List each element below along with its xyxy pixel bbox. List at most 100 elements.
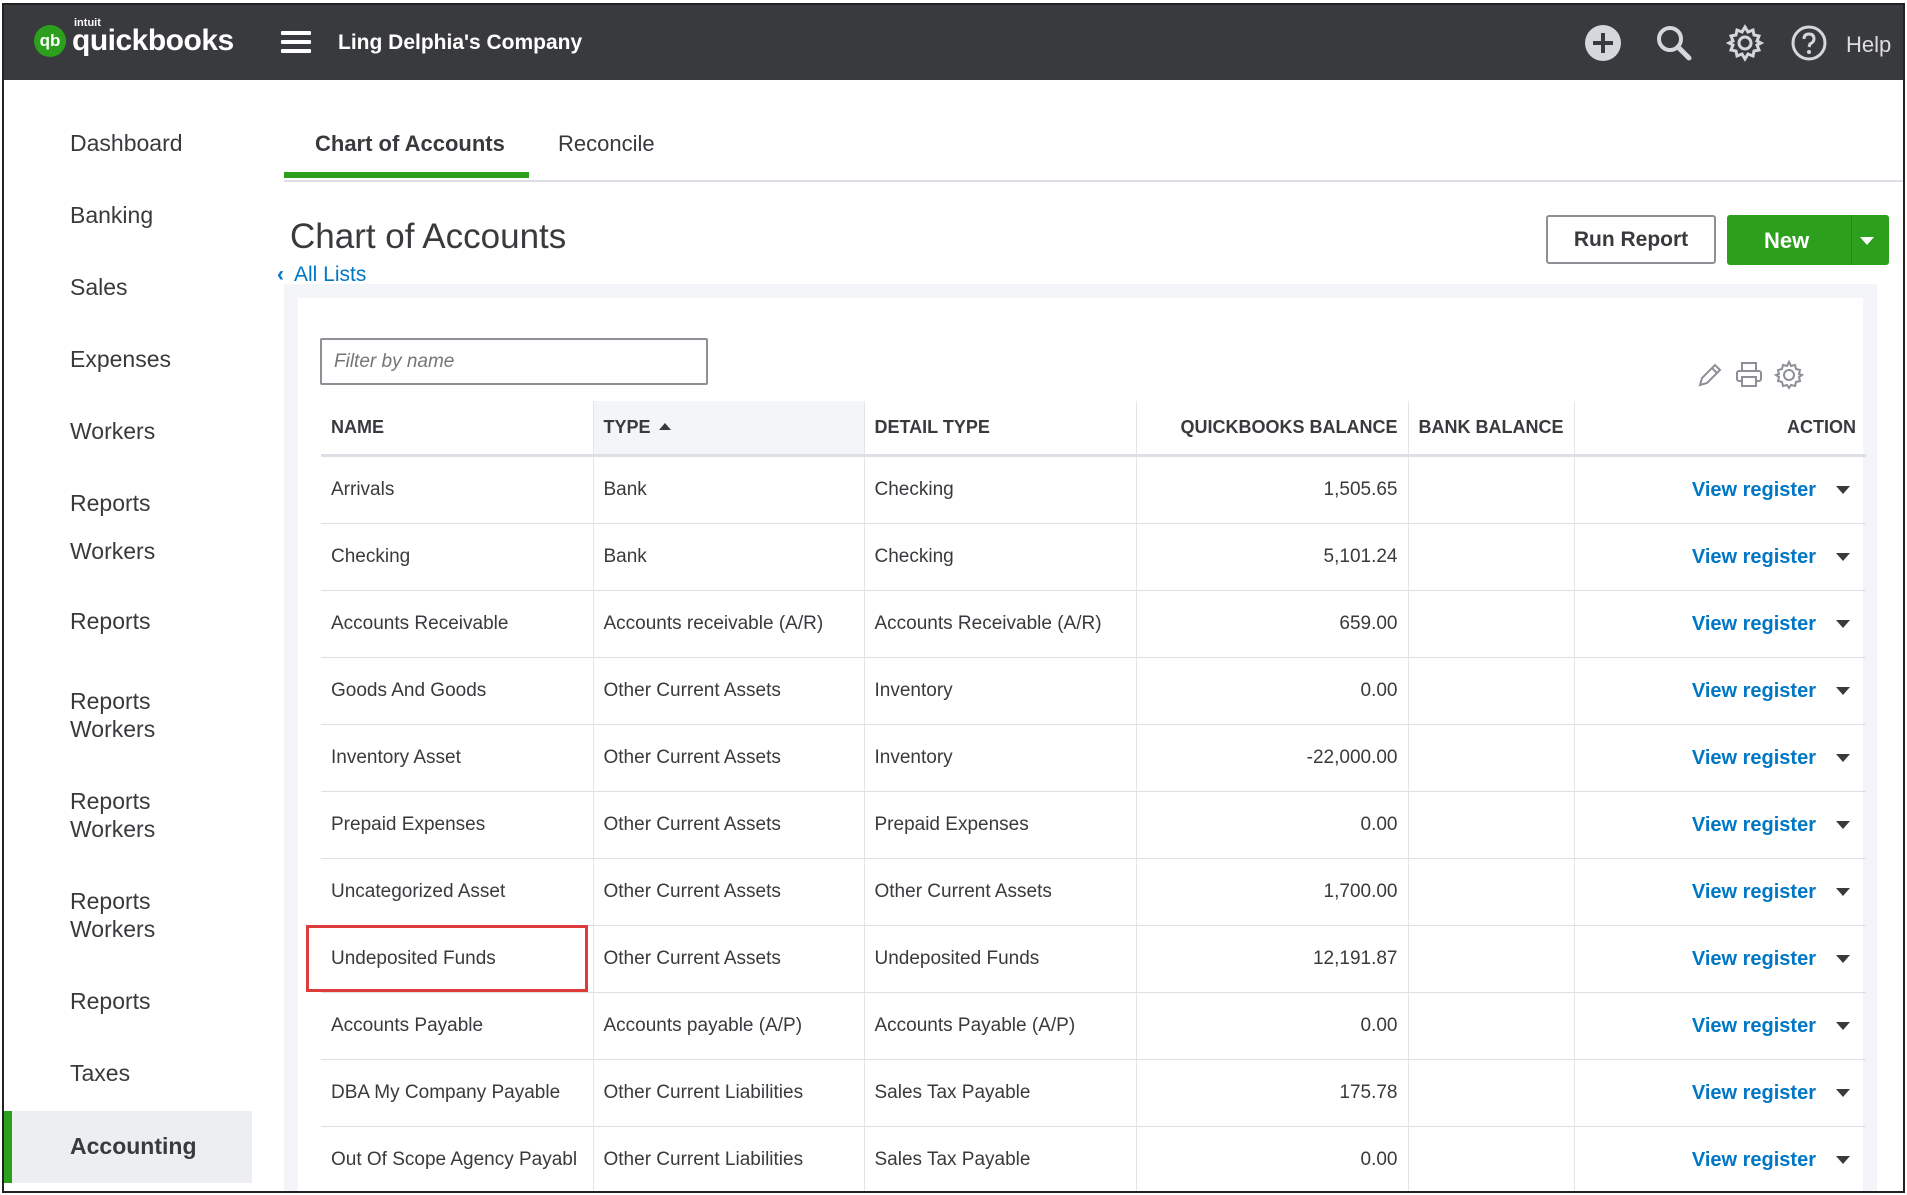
printer-icon[interactable] [1734, 360, 1764, 390]
table-row[interactable]: Inventory Asset Other Current Assets Inven… [321, 724, 1866, 792]
sidebar-item-reports[interactable]: Reports [70, 608, 151, 635]
sidebar-item-reports[interactable]: Reports [70, 888, 151, 915]
pencil-icon[interactable] [1695, 360, 1725, 390]
table-row[interactable]: Accounts Payable Accounts payable (A/P) Ac… [321, 992, 1866, 1060]
cell-type: Other Current Assets [593, 858, 865, 926]
view-register-link[interactable]: View register [1692, 747, 1816, 769]
cell-name: Undeposited Funds [321, 925, 594, 993]
view-register-link[interactable]: View register [1692, 479, 1816, 501]
sidebar-item-banking[interactable]: Banking [70, 202, 153, 229]
row-action-dropdown-icon[interactable] [1836, 820, 1850, 829]
view-register-link[interactable]: View register [1692, 546, 1816, 568]
help-label[interactable]: Help [1846, 32, 1891, 58]
search-icon[interactable] [1655, 24, 1693, 62]
sidebar-item-expenses[interactable]: Expenses [70, 346, 171, 373]
cell-type: Bank [593, 455, 865, 524]
column-header-quickbooks-balance[interactable]: QUICKBOOKS BALANCE [1136, 401, 1409, 457]
new-button[interactable]: New [1727, 215, 1889, 265]
table-header-row: NAME TYPE DETAIL TYPE QUICKBOOKS BALANCE… [321, 401, 1866, 457]
question-circle-icon[interactable] [1790, 24, 1828, 62]
sidebar-item-accounting[interactable]: Accounting [70, 1133, 197, 1160]
cell-type: Other Current Assets [593, 657, 865, 725]
cell-quickbooks-balance: 0.00 [1136, 992, 1409, 1060]
sidebar-item-sales[interactable]: Sales [70, 274, 128, 301]
gear-icon[interactable] [1726, 24, 1764, 62]
view-register-link[interactable]: View register [1692, 1015, 1816, 1037]
view-register-link[interactable]: View register [1692, 680, 1816, 702]
cell-bank-balance [1408, 455, 1575, 524]
sidebar-item-reports[interactable]: Reports [70, 490, 151, 517]
cell-action: View register [1574, 724, 1866, 792]
column-header-detail-type[interactable]: DETAIL TYPE [864, 401, 1137, 457]
table-row[interactable]: Out Of Scope Agency Payabl Other Current … [321, 1126, 1866, 1191]
row-action-dropdown-icon[interactable] [1836, 1021, 1850, 1030]
cell-bank-balance [1408, 858, 1575, 926]
column-header-bank-balance[interactable]: BANK BALANCE [1408, 401, 1575, 457]
view-register-link[interactable]: View register [1692, 613, 1816, 635]
cell-quickbooks-balance: 1,505.65 [1136, 455, 1409, 524]
new-dropdown-caret-icon[interactable] [1860, 237, 1874, 245]
quickbooks-logo[interactable]: qb intuit quickbooks [34, 17, 234, 57]
table-row[interactable]: Goods And Goods Other Current Assets Inven… [321, 657, 1866, 725]
sidebar-item-workers[interactable]: Workers [70, 418, 155, 445]
column-header-name[interactable]: NAME [321, 401, 594, 457]
row-action-dropdown-icon[interactable] [1836, 552, 1850, 561]
sort-ascending-icon [658, 423, 671, 430]
menu-icon[interactable] [281, 31, 311, 53]
cell-quickbooks-balance: 12,191.87 [1136, 925, 1409, 993]
sidebar-item-dashboard[interactable]: Dashboard [70, 130, 183, 157]
sidebar-item-reports[interactable]: Reports [70, 688, 151, 715]
table-row[interactable]: Prepaid Expenses Other Current Assets Prep… [321, 791, 1866, 859]
cell-detail-type: Other Current Assets [864, 858, 1137, 926]
tab-reconcile[interactable]: Reconcile [558, 131, 655, 157]
column-header-type[interactable]: TYPE [593, 401, 865, 457]
view-register-link[interactable]: View register [1692, 881, 1816, 903]
table-row[interactable]: Undeposited Funds Other Current Assets Und… [321, 925, 1866, 993]
sidebar-item-workers[interactable]: Workers [70, 538, 155, 565]
row-action-dropdown-icon[interactable] [1836, 954, 1850, 963]
cell-detail-type: Accounts Receivable (A/R) [864, 590, 1137, 658]
tab-bar: Chart of Accounts Reconcile [284, 105, 1903, 182]
cell-bank-balance [1408, 992, 1575, 1060]
cell-action: View register [1574, 992, 1866, 1060]
filter-by-name-input[interactable] [320, 338, 708, 385]
table-row[interactable]: DBA My Company Payable Other Current Liab… [321, 1059, 1866, 1127]
all-lists-link[interactable]: ‹ All Lists [277, 263, 366, 287]
sidebar-item-reports[interactable]: Reports [70, 788, 151, 815]
row-action-dropdown-icon[interactable] [1836, 1155, 1850, 1164]
cell-action: View register [1574, 455, 1866, 524]
cell-name: Prepaid Expenses [321, 791, 594, 859]
sidebar-item-workers[interactable]: Workers [70, 716, 155, 743]
row-action-dropdown-icon[interactable] [1836, 1088, 1850, 1097]
cell-name: Inventory Asset [321, 724, 594, 792]
sidebar-item-workers[interactable]: Workers [70, 816, 155, 843]
table-row[interactable]: Checking Bank Checking 5,101.24 View registe… [321, 523, 1866, 591]
table-row[interactable]: Arrivals Bank Checking 1,505.65 View registe… [321, 455, 1866, 524]
logo-wordmark: intuit quickbooks [72, 17, 234, 56]
cell-quickbooks-balance: 5,101.24 [1136, 523, 1409, 591]
view-register-link[interactable]: View register [1692, 814, 1816, 836]
sidebar-item-workers[interactable]: Workers [70, 916, 155, 943]
row-action-dropdown-icon[interactable] [1836, 753, 1850, 762]
cell-detail-type: Checking [864, 455, 1137, 524]
plus-circle-icon[interactable] [1584, 24, 1622, 62]
view-register-link[interactable]: View register [1692, 1082, 1816, 1104]
tab-chart-of-accounts[interactable]: Chart of Accounts [315, 131, 505, 157]
table-row[interactable]: Uncategorized Asset Other Current Assets O… [321, 858, 1866, 926]
row-action-dropdown-icon[interactable] [1836, 485, 1850, 494]
cell-type: Other Current Liabilities [593, 1059, 865, 1127]
cell-type: Other Current Assets [593, 925, 865, 993]
view-register-link[interactable]: View register [1692, 948, 1816, 970]
row-action-dropdown-icon[interactable] [1836, 619, 1850, 628]
run-report-button[interactable]: Run Report [1546, 215, 1716, 264]
active-tab-indicator [284, 172, 529, 178]
row-action-dropdown-icon[interactable] [1836, 887, 1850, 896]
cell-detail-type: Accounts Payable (A/P) [864, 992, 1137, 1060]
row-action-dropdown-icon[interactable] [1836, 686, 1850, 695]
table-row[interactable]: Accounts Receivable Accounts receivable (… [321, 590, 1866, 658]
sidebar-item-taxes[interactable]: Taxes [70, 1060, 130, 1087]
view-register-link[interactable]: View register [1692, 1149, 1816, 1171]
table-settings-gear-icon[interactable] [1774, 360, 1804, 390]
column-header-type-label: TYPE [603, 417, 651, 437]
sidebar-item-reports[interactable]: Reports [70, 988, 151, 1015]
